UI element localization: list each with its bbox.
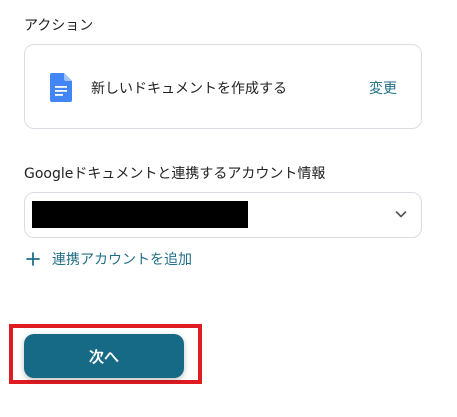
change-action-link[interactable]: 変更 (369, 78, 397, 98)
google-docs-icon (50, 73, 72, 102)
redacted-account-value (32, 201, 248, 228)
next-button[interactable]: 次へ (24, 334, 184, 378)
chevron-down-icon (395, 211, 407, 218)
add-linked-account-label: 連携アカウントを追加 (52, 252, 192, 268)
action-card: 新しいドキュメントを作成する 変更 (24, 44, 422, 129)
plus-icon (26, 252, 40, 266)
action-title: 新しいドキュメントを作成する (91, 81, 287, 97)
account-select[interactable] (24, 192, 422, 238)
action-section-label: アクション (24, 18, 94, 34)
account-section-label: Googleドキュメントと連携するアカウント情報 (24, 166, 326, 182)
add-linked-account-link[interactable]: 連携アカウントを追加 (26, 249, 192, 269)
